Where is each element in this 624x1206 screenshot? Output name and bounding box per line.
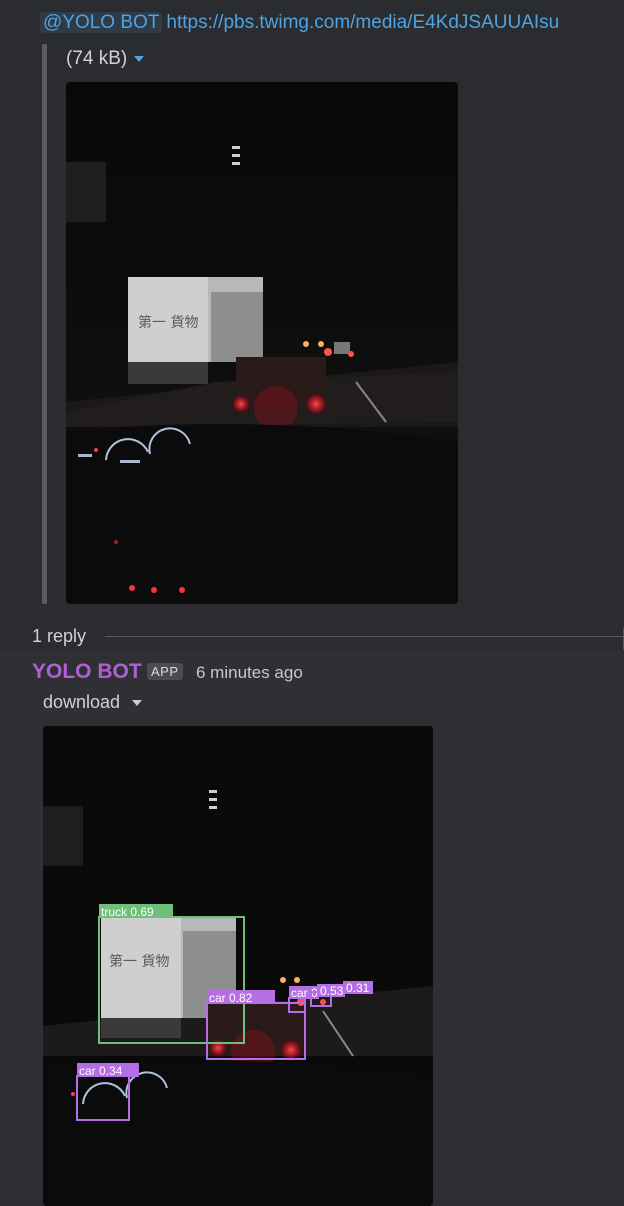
detection-label: truck 0.69	[101, 905, 154, 919]
file-size-toggle[interactable]: (74 kB)	[66, 48, 145, 70]
thread-replies[interactable]: 1 reply	[32, 624, 624, 683]
file-name: download	[43, 692, 121, 712]
detection-label: car 0.34	[79, 1064, 123, 1078]
message-timestamp[interactable]: 6 minutes ago	[196, 663, 303, 683]
cut-off-text	[56, 0, 176, 4]
user-mention[interactable]: @YOLO BOT	[40, 12, 163, 33]
caret-down-icon	[134, 55, 145, 62]
reply-count[interactable]: 1 reply	[32, 626, 86, 647]
detection-label: car 0.82	[209, 991, 253, 1005]
attached-image[interactable]: 第一 貨物	[66, 82, 458, 604]
app-badge: APP	[147, 663, 183, 680]
detection-label: 0.31	[346, 981, 370, 995]
caret-down-icon	[132, 700, 143, 707]
author-name[interactable]: YOLO BOT	[32, 660, 142, 684]
message-text: @YOLO BOT https://pbs.twimg.com/media/E4K…	[40, 12, 559, 34]
detection-image[interactable]: 第一 貨物 truck 0.69 car 0.82 car 0.5 0.53 0…	[43, 726, 433, 1206]
svg-text:第一 貨物: 第一 貨物	[138, 314, 198, 331]
detection-box-car-farthest: 0.31	[343, 981, 373, 995]
detection-label: 0.53	[320, 984, 344, 998]
svg-text:第一 貨物: 第一 貨物	[109, 953, 169, 970]
image-link[interactable]: https://pbs.twimg.com/media/E4KdJSAUUAIs…	[166, 12, 559, 33]
night-road-detection-photo: 第一 貨物 truck 0.69 car 0.82 car 0.5 0.53 0…	[43, 726, 433, 1206]
file-name-toggle[interactable]: download	[43, 692, 143, 713]
attachment-quote-bar	[42, 44, 47, 604]
night-road-photo: 第一 貨物	[66, 82, 458, 604]
thread-divider	[105, 636, 624, 637]
file-size: (74 kB)	[66, 48, 128, 69]
